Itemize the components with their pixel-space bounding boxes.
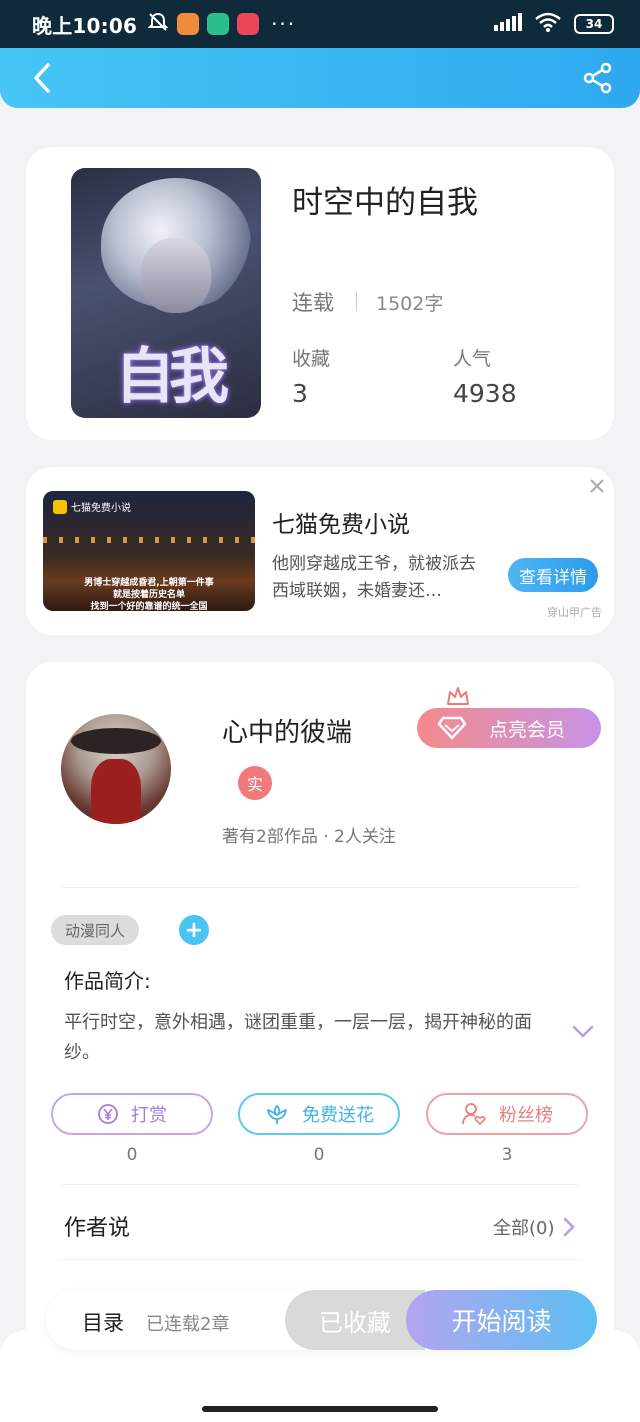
qimao-logo-icon <box>53 499 67 514</box>
fans-ranking-button[interactable]: 粉丝榜 <box>426 1093 588 1135</box>
chevron-right-icon <box>563 1217 575 1237</box>
diamond-icon <box>437 716 467 740</box>
vip-button[interactable]: 点亮会员 <box>417 708 601 748</box>
intro-text: 平行时空，意外相遇，谜团重重，一层一层，揭开神秘的面纱。 <box>64 1012 532 1063</box>
book-status: 连载 <box>292 291 334 315</box>
crown-icon <box>447 687 469 705</box>
status-right: 34 <box>494 12 614 36</box>
book-title: 时空中的自我 <box>292 185 478 221</box>
ad-image-torches <box>43 537 255 543</box>
popularity-value: 4938 <box>453 379 517 408</box>
ad-image-brand: 七猫免费小说 <box>53 499 131 514</box>
avatar-hat <box>71 728 161 754</box>
reward-button[interactable]: 打赏 <box>51 1093 213 1135</box>
ad-image-caption-3: 找到一个好的靠谱的统一全国 <box>90 602 208 611</box>
collected-button[interactable]: 已收藏 <box>285 1290 425 1350</box>
avatar-robe <box>91 759 141 824</box>
status-app-icons: ··· <box>147 11 296 37</box>
share-button[interactable] <box>578 58 618 98</box>
flower-icon <box>267 1105 287 1124</box>
bottom-action-bar: 目录 已连载2章 已收藏 开始阅读 <box>46 1290 597 1350</box>
battery-icon: 34 <box>574 14 614 34</box>
divider <box>60 1259 580 1260</box>
flower-count: 0 <box>313 1145 325 1165</box>
add-tag-button[interactable]: + <box>179 915 209 945</box>
chapters-count[interactable]: 已连载2章 <box>146 1310 229 1336</box>
catalog-button[interactable]: 目录 <box>82 1307 124 1337</box>
author-avatar[interactable] <box>61 714 171 824</box>
vip-button-label: 点亮会员 <box>489 718 566 741</box>
notification-app-icon <box>177 13 200 35</box>
ad-card[interactable]: 七猫免费小说 男博士穿越成昏君,上朝第一件事 就是按着历史名单 找到一个好的靠谱… <box>26 467 614 635</box>
reward-count: 0 <box>126 1145 138 1165</box>
share-icon <box>583 62 612 94</box>
more-notifications-icon: ··· <box>271 12 297 36</box>
ad-title: 七猫免费小说 <box>272 512 410 538</box>
send-flower-label: 免费送花 <box>302 1105 374 1126</box>
ad-image-brand-text: 七猫免费小说 <box>71 503 131 514</box>
wifi-icon <box>534 12 562 36</box>
author-says-all-link[interactable]: 全部(0) <box>493 1214 575 1240</box>
close-icon <box>590 479 604 493</box>
heart-app-icon <box>237 13 260 35</box>
chevron-down-icon[interactable] <box>571 1024 595 1040</box>
app-header: 晚上10:06 ··· 34 <box>0 0 640 108</box>
ad-source: 穿山甲广告 <box>547 606 602 619</box>
tag-chip[interactable]: 动漫同人 <box>51 915 140 945</box>
author-name: 心中的彼端 <box>222 718 353 748</box>
ad-close-button[interactable] <box>586 475 608 497</box>
favorites-value: 3 <box>292 379 308 408</box>
mute-bell-icon <box>147 11 169 37</box>
cover-character-face <box>141 238 211 313</box>
real-name-badge: 实 <box>238 766 272 800</box>
divider <box>60 887 580 888</box>
fans-ranking-label: 粉丝榜 <box>499 1105 553 1126</box>
ad-description: 他刚穿越成王爷，就被派去西域联姻，未婚妻还… <box>272 554 476 601</box>
all-link-label: 全部(0) <box>493 1218 555 1239</box>
intro-title: 作品简介: <box>64 969 151 993</box>
book-cover[interactable]: 自我 <box>71 168 261 418</box>
signal-icon <box>494 13 522 35</box>
status-time: 晚上10:06 <box>32 13 138 38</box>
yen-coin-icon <box>98 1104 118 1124</box>
book-word-count: 1502字 <box>376 293 444 315</box>
popularity-label: 人气 <box>453 348 492 370</box>
book-info-card: 自我 时空中的自我 连载 1502字 收藏 3 人气 4938 <box>26 147 614 440</box>
user-heart-icon <box>462 1103 486 1126</box>
cover-title-art: 自我 <box>115 342 229 412</box>
reward-label: 打赏 <box>131 1105 167 1126</box>
back-button[interactable] <box>22 58 62 98</box>
status-bar: 晚上10:06 ··· 34 <box>0 0 640 48</box>
divider <box>60 1184 580 1185</box>
fans-count: 3 <box>501 1145 513 1165</box>
ad-detail-button[interactable]: 查看详情 <box>508 558 598 592</box>
author-says-title: 作者说 <box>64 1216 131 1241</box>
security-app-icon <box>207 13 230 35</box>
start-reading-button[interactable]: 开始阅读 <box>406 1290 597 1350</box>
favorites-label: 收藏 <box>292 348 331 370</box>
send-flower-button[interactable]: 免费送花 <box>238 1093 400 1135</box>
author-meta[interactable]: 著有2部作品 · 2人关注 <box>222 822 396 847</box>
status-divider <box>356 291 357 311</box>
ad-image[interactable]: 七猫免费小说 男博士穿越成昏君,上朝第一件事 就是按着历史名单 找到一个好的靠谱… <box>43 491 255 611</box>
chevron-left-icon <box>34 63 50 93</box>
home-indicator[interactable] <box>202 1406 438 1412</box>
